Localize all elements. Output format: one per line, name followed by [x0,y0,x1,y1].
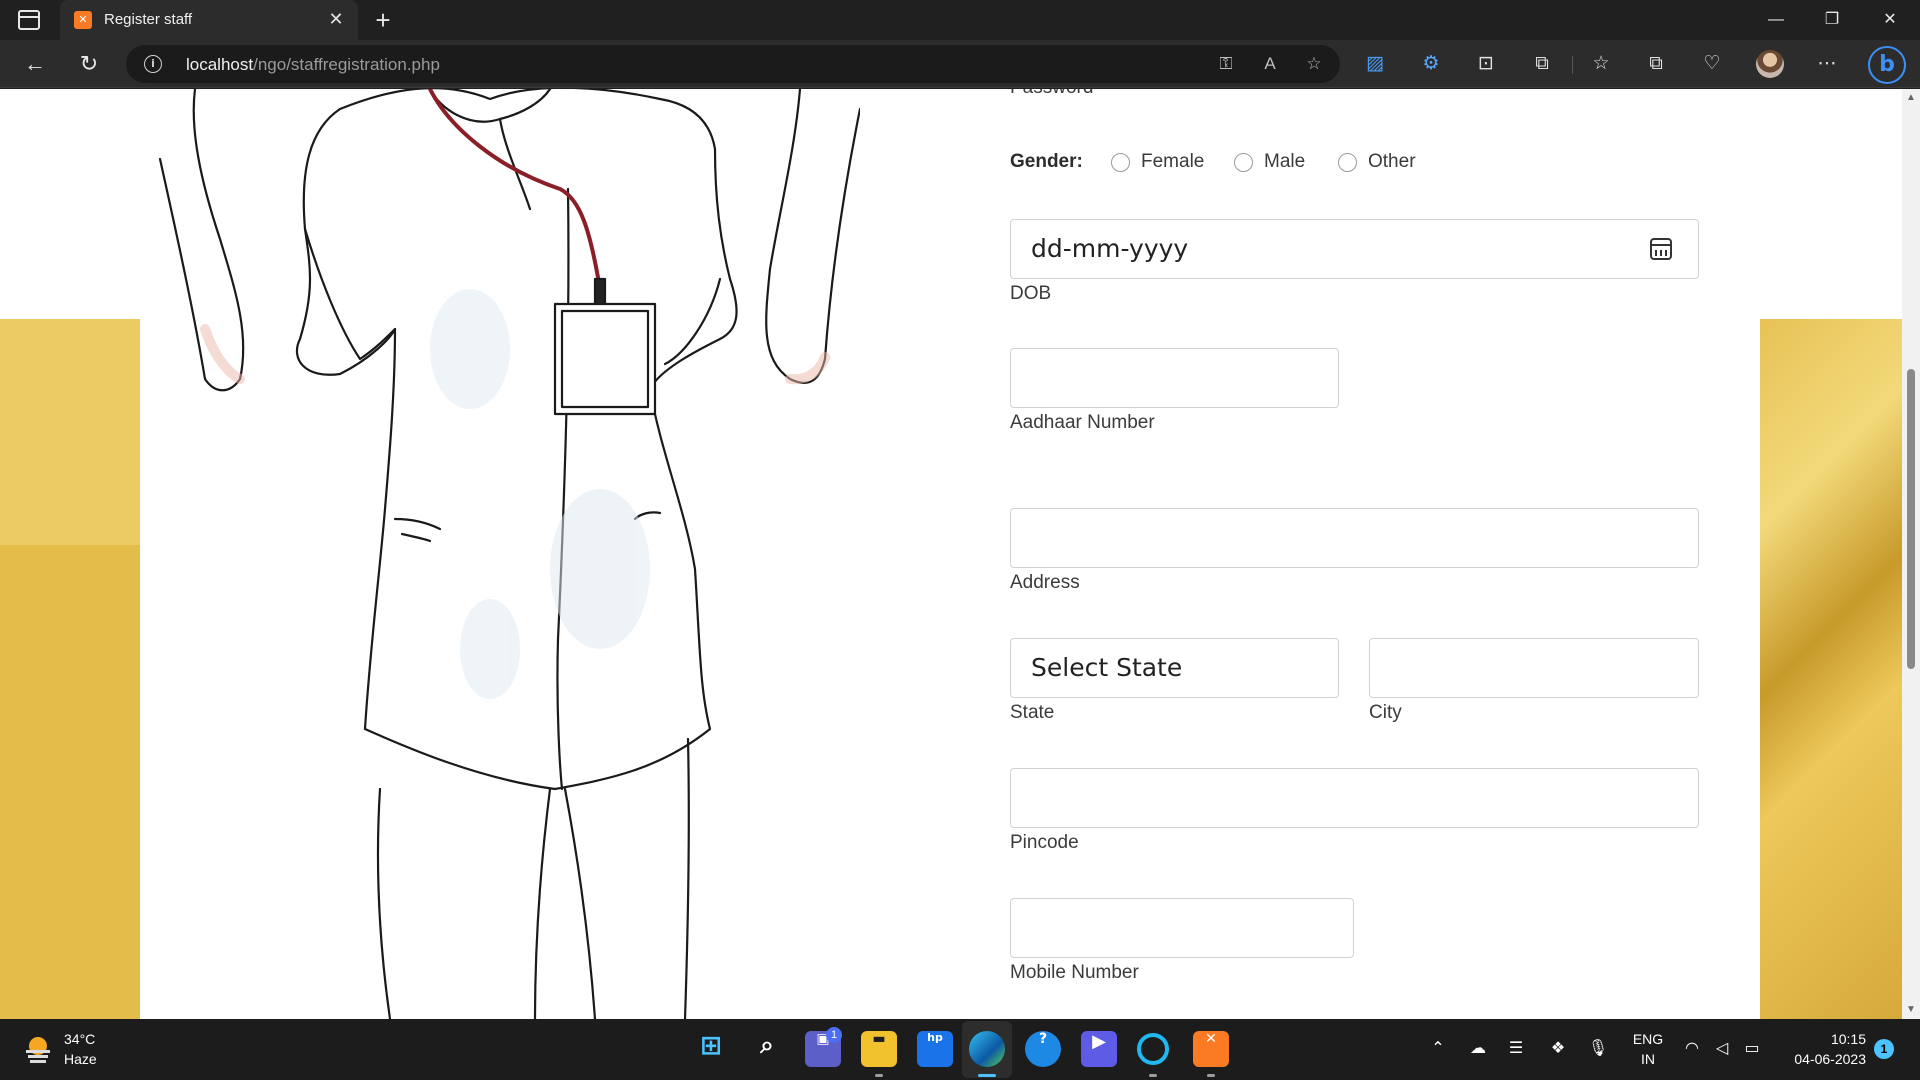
battery-icon[interactable]: ▭ [1740,1037,1764,1061]
language-line1[interactable]: ENG [1630,1031,1666,1047]
dob-placeholder: dd-mm-yyyy [1031,234,1189,263]
gender-option-female[interactable]: Female [1141,151,1204,173]
clock-date[interactable]: 04-06-2023 [1776,1051,1866,1067]
title-bar: ✕ Register staff ✕ + — ❐ ✕ [0,0,1920,40]
address-input[interactable] [1010,508,1699,568]
toolbar-divider [1572,56,1573,74]
gender-label: Gender: [1010,151,1083,172]
start-windows-icon[interactable]: ⊞ [693,1031,729,1067]
alexa-running-indicator [1149,1074,1157,1077]
search-icon[interactable]: ⌕ [749,1031,785,1067]
address-label: Address [1010,572,1080,593]
gender-radio-other[interactable] [1338,153,1357,172]
bing-chat-button[interactable]: b [1868,46,1906,84]
add-favorite-icon[interactable]: ☆ [1302,53,1326,75]
gender-option-male[interactable]: Male [1264,151,1305,173]
address-bar[interactable]: i localhost/ngo/staffregistration.php ⚿ … [126,45,1340,83]
read-aloud-icon[interactable]: A [1258,53,1282,75]
state-label: State [1010,702,1055,723]
calendar-icon[interactable] [1650,238,1672,260]
aadhaar-input[interactable] [1010,348,1339,408]
weather-temperature[interactable]: 34°C [64,1031,95,1047]
weather-condition[interactable]: Haze [64,1051,97,1067]
city-label: City [1369,702,1402,723]
microphone-icon[interactable]: 🎙 [1586,1037,1610,1061]
xampp-icon[interactable]: ✕ [1193,1031,1229,1067]
gender-option-other[interactable]: Other [1368,151,1416,173]
extension-icon[interactable]: ⚙ [1416,50,1446,78]
scroll-thumb[interactable] [1907,369,1915,669]
gender-radio-female[interactable] [1111,153,1130,172]
restore-button[interactable]: ❐ [1812,4,1852,36]
page-scrollbar[interactable]: ▲ ▼ [1902,89,1920,1019]
tab-title: Register staff [104,11,193,28]
collections-icon[interactable]: ⧉ [1641,50,1671,78]
tab-actions-icon[interactable] [18,10,40,30]
xampp-running-indicator [1207,1074,1215,1077]
more-options-icon[interactable]: ⋯ [1812,50,1842,78]
scroll-down-icon[interactable]: ▼ [1905,1004,1917,1016]
notifications-tray-icon[interactable]: ☰ [1504,1037,1528,1061]
mobile-label: Mobile Number [1010,962,1139,983]
teams-badge: 1 [826,1027,842,1043]
minimize-button[interactable]: — [1756,4,1796,36]
xampp-favicon-icon: ✕ [74,11,92,29]
volume-icon[interactable]: ◁ [1710,1037,1734,1061]
favorites-icon[interactable]: ☆ [1586,50,1616,78]
performance-icon[interactable]: ♡ [1697,50,1727,78]
city-input[interactable] [1369,638,1699,698]
file-explorer-running-indicator [875,1074,883,1077]
page-viewport: Password Gender: Female Male Other dd-mm… [0,89,1902,1019]
show-hidden-icons-icon[interactable]: ⌃ [1426,1037,1450,1061]
refresh-button[interactable]: ↻ [72,48,106,80]
pincode-label: Pincode [1010,832,1079,853]
clock-time[interactable]: 10:15 [1776,1031,1866,1047]
active-tab[interactable]: ✕ Register staff ✕ [60,0,358,40]
edge-browser-icon[interactable] [969,1031,1005,1067]
search-extension-icon[interactable]: ⊡ [1471,50,1501,78]
extensions-icon[interactable]: ⧉ [1527,50,1557,78]
copilot-icon[interactable]: ▶ [1081,1031,1117,1067]
edge-active-indicator [978,1074,996,1077]
password-label: Password [1010,89,1093,99]
onedrive-icon[interactable]: ☁ [1466,1037,1490,1061]
file-explorer-icon[interactable]: ▬ [861,1031,897,1067]
dropbox-icon[interactable]: ❖ [1546,1037,1570,1061]
url-text[interactable]: localhost/ngo/staffregistration.php [186,55,440,75]
dob-input[interactable]: dd-mm-yyyy [1010,219,1699,279]
state-select[interactable]: Select State [1010,638,1339,698]
haze-weather-icon[interactable] [22,1033,54,1065]
navigation-bar: ← ↻ i localhost/ngo/staffregistration.ph… [0,40,1920,88]
close-window-button[interactable]: ✕ [1870,4,1910,36]
help-icon[interactable]: ? [1025,1031,1061,1067]
translate-icon[interactable]: ▨ [1360,50,1390,78]
profile-avatar[interactable] [1756,50,1784,78]
dob-label: DOB [1010,283,1052,304]
gold-fabric-background [1760,319,1902,1019]
wifi-icon[interactable]: ◠ [1680,1037,1704,1061]
scroll-up-icon[interactable]: ▲ [1905,92,1917,104]
myhp-icon[interactable]: hp [917,1031,953,1067]
notification-badge[interactable]: 1 [1874,1039,1894,1059]
alexa-icon[interactable] [1137,1033,1169,1065]
tab-close-icon[interactable]: ✕ [326,8,346,30]
back-button[interactable]: ← [18,48,52,80]
new-tab-button[interactable]: + [368,4,398,36]
gender-radio-male[interactable] [1234,153,1253,172]
taskbar: 34°C Haze ⊞ ⌕ ▣ 1 ▬ hp ? ▶ ✕ ⌃ ☁ ☰ ❖ 🎙 E… [0,1019,1920,1080]
aadhaar-label: Aadhaar Number [1010,412,1155,433]
language-line2[interactable]: IN [1630,1051,1666,1067]
password-key-icon[interactable]: ⚿ [1214,53,1238,75]
site-info-icon[interactable]: i [144,55,162,73]
pincode-input[interactable] [1010,768,1699,828]
nurse-illustration [158,89,860,1019]
mobile-input[interactable] [1010,898,1354,958]
